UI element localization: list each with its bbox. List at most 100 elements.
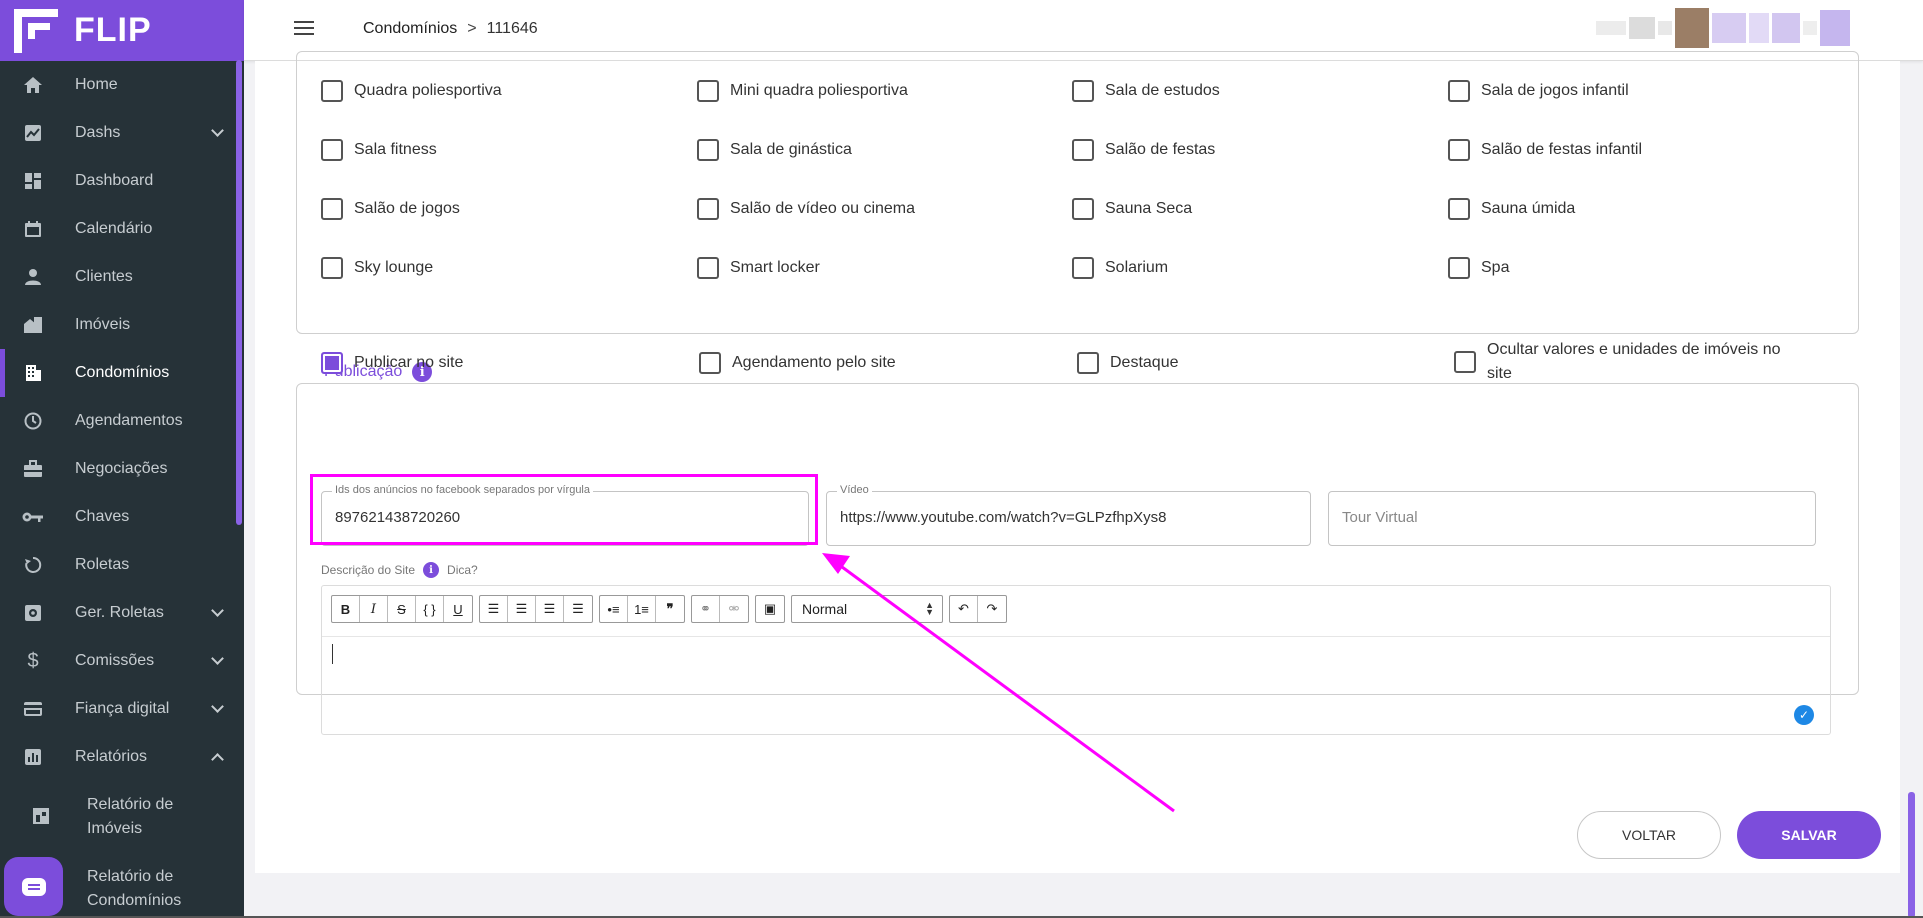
code-button[interactable]: { } — [416, 596, 444, 622]
sidebar-item-agendamentos[interactable]: Agendamentos — [0, 397, 244, 445]
brand-logo[interactable]: FLIP — [0, 0, 244, 61]
amenity-checkbox[interactable]: Sky lounge — [321, 256, 433, 280]
checkbox-icon[interactable] — [1072, 257, 1094, 279]
tour-virtual-input[interactable]: Tour Virtual — [1342, 509, 1418, 526]
undo-icon[interactable]: ↶ — [950, 596, 978, 622]
image-icon[interactable]: ▣ — [756, 596, 784, 622]
sidebar-item-fianca-digital[interactable]: Fiança digital — [0, 685, 244, 733]
link-icon[interactable]: ⚭ — [692, 596, 720, 622]
video-url-input[interactable]: https://www.youtube.com/watch?v=GLPzfhpX… — [840, 509, 1166, 526]
sidebar-item-comissoes[interactable]: $ Comissões — [0, 637, 244, 685]
amenity-label: Sky lounge — [354, 259, 434, 276]
checkbox-icon[interactable] — [1448, 257, 1470, 279]
checkbox-icon[interactable] — [321, 257, 343, 279]
amenity-checkbox[interactable]: Smart locker — [697, 256, 820, 280]
redo-icon[interactable]: ↷ — [978, 596, 1006, 622]
underline-button[interactable]: U — [444, 596, 472, 622]
amenity-checkbox[interactable]: Sala de estudos — [1072, 79, 1220, 103]
bullet-list-icon[interactable]: •≡ — [600, 596, 628, 622]
checkbox-icon[interactable] — [697, 80, 719, 102]
home-icon — [18, 76, 48, 94]
sidebar-item-negociacoes[interactable]: Negociações — [0, 445, 244, 493]
amenity-label: Salão de vídeo ou cinema — [730, 200, 916, 217]
checkbox-icon[interactable] — [697, 139, 719, 161]
amenity-checkbox[interactable]: Sauna Seca — [1072, 197, 1192, 221]
breadcrumb: Condomínios > 111646 — [363, 20, 538, 38]
breadcrumb-section[interactable]: Condomínios — [363, 20, 457, 38]
checkbox-icon[interactable] — [1454, 351, 1476, 373]
ordered-list-icon[interactable]: 1≡ — [628, 596, 656, 622]
checkbox-icon[interactable] — [697, 257, 719, 279]
checkbox-icon[interactable] — [1072, 139, 1094, 161]
user-profile-blurred[interactable] — [1596, 6, 1896, 50]
strikethrough-button[interactable]: S — [388, 596, 416, 622]
sidebar-item-dashs[interactable]: Dashs — [0, 109, 244, 157]
checkbox-icon[interactable] — [699, 352, 721, 374]
tour-virtual-field[interactable]: Tour Virtual — [1328, 491, 1816, 546]
amenity-checkbox[interactable]: Sauna úmida — [1448, 197, 1575, 221]
amenity-checkbox[interactable]: Quadra poliesportiva — [321, 79, 502, 103]
amenity-checkbox[interactable]: Salão de vídeo ou cinema — [697, 197, 915, 221]
checkbox-icon[interactable] — [697, 198, 719, 220]
amenity-checkbox[interactable]: Sala de jogos infantil — [1448, 79, 1629, 103]
checkbox-icon[interactable] — [1448, 139, 1470, 161]
amenity-checkbox[interactable]: Salão de festas infantil — [1448, 138, 1642, 162]
align-left-icon[interactable]: ☰ — [480, 596, 508, 622]
amenity-checkbox[interactable]: Sala fitness — [321, 138, 437, 162]
rich-text-editor[interactable]: B I S { } U ☰ ☰ ☰ ☰ •≡ 1≡ ❞ ⚭ ⚮ ▣ Normal… — [321, 585, 1831, 735]
sidebar-item-imoveis[interactable]: Imóveis — [0, 301, 244, 349]
amenity-checkbox[interactable]: Sala de ginástica — [697, 138, 852, 162]
checkbox-icon[interactable] — [1072, 198, 1094, 220]
amenity-checkbox[interactable]: Mini quadra poliesportiva — [697, 79, 908, 103]
sidebar-item-calendario[interactable]: Calendário — [0, 205, 244, 253]
sidebar-scrollbar[interactable] — [236, 60, 242, 525]
blockquote-icon[interactable]: ❞ — [656, 596, 684, 622]
breadcrumb-separator: > — [467, 20, 477, 37]
checkbox-icon[interactable] — [1077, 352, 1099, 374]
video-url-field[interactable]: Vídeo https://www.youtube.com/watch?v=GL… — [826, 484, 1311, 546]
format-select[interactable]: Normal ▲ ▼ — [791, 595, 943, 623]
chat-button[interactable] — [4, 857, 63, 916]
chevron-down-icon — [211, 604, 224, 617]
amenity-checkbox[interactable]: Salão de festas — [1072, 138, 1215, 162]
sidebar-item-roletas[interactable]: Roletas — [0, 541, 244, 589]
checkbox-icon[interactable] — [321, 139, 343, 161]
italic-button[interactable]: I — [360, 596, 388, 622]
sidebar-item-dashboard[interactable]: Dashboard — [0, 157, 244, 205]
checkbox-icon[interactable] — [1448, 198, 1470, 220]
checkbox-icon[interactable] — [321, 198, 343, 220]
building-small-icon — [32, 807, 50, 833]
align-center-icon[interactable]: ☰ — [508, 596, 536, 622]
checkbox-icon[interactable] — [1448, 80, 1470, 102]
amenity-checkbox[interactable]: Spa — [1448, 256, 1509, 280]
sidebar-item-clientes[interactable]: Clientes — [0, 253, 244, 301]
credit-card-icon — [18, 701, 48, 717]
calendar-icon — [18, 220, 48, 238]
dica-link[interactable]: Dica? — [447, 563, 478, 577]
amenity-checkbox[interactable]: Solarium — [1072, 256, 1168, 280]
bold-button[interactable]: B — [332, 596, 360, 622]
checkbox-destaque[interactable]: Destaque — [1077, 351, 1179, 375]
sidebar-item-chaves[interactable]: Chaves — [0, 493, 244, 541]
sidebar-item-condominios[interactable]: Condomínios — [0, 349, 244, 397]
hamburger-menu-icon[interactable] — [294, 21, 314, 37]
sidebar-subitem-relatorio-imoveis[interactable]: Relatório de Imóveis — [0, 793, 244, 843]
sidebar-item-ger-roletas[interactable]: Ger. Roletas — [0, 589, 244, 637]
main-scrollbar[interactable] — [1908, 792, 1915, 918]
voltar-button[interactable]: VOLTAR — [1577, 811, 1721, 859]
amenity-checkbox[interactable]: Salão de jogos — [321, 197, 460, 221]
align-right-icon[interactable]: ☰ — [536, 596, 564, 622]
checkbox-ocultar-valores[interactable]: Ocultar valores e unidades de imóveis no… — [1454, 338, 1784, 386]
sidebar-item-home[interactable]: Home — [0, 61, 244, 109]
unlink-icon[interactable]: ⚮ — [720, 596, 748, 622]
info-icon[interactable]: i — [423, 562, 440, 578]
checkbox-publicar-no-site[interactable]: Publicar no site — [321, 351, 463, 375]
checkbox-agendamento-pelo-site[interactable]: Agendamento pelo site — [699, 351, 896, 375]
checkbox-checked-icon[interactable] — [321, 352, 343, 374]
align-justify-icon[interactable]: ☰ — [564, 596, 592, 622]
checkbox-icon[interactable] — [1072, 80, 1094, 102]
checkbox-icon[interactable] — [321, 80, 343, 102]
sidebar-item-relatorios[interactable]: Relatórios — [0, 733, 244, 781]
salvar-button[interactable]: SALVAR — [1737, 811, 1881, 859]
amenity-label: Sala de estudos — [1105, 82, 1220, 99]
